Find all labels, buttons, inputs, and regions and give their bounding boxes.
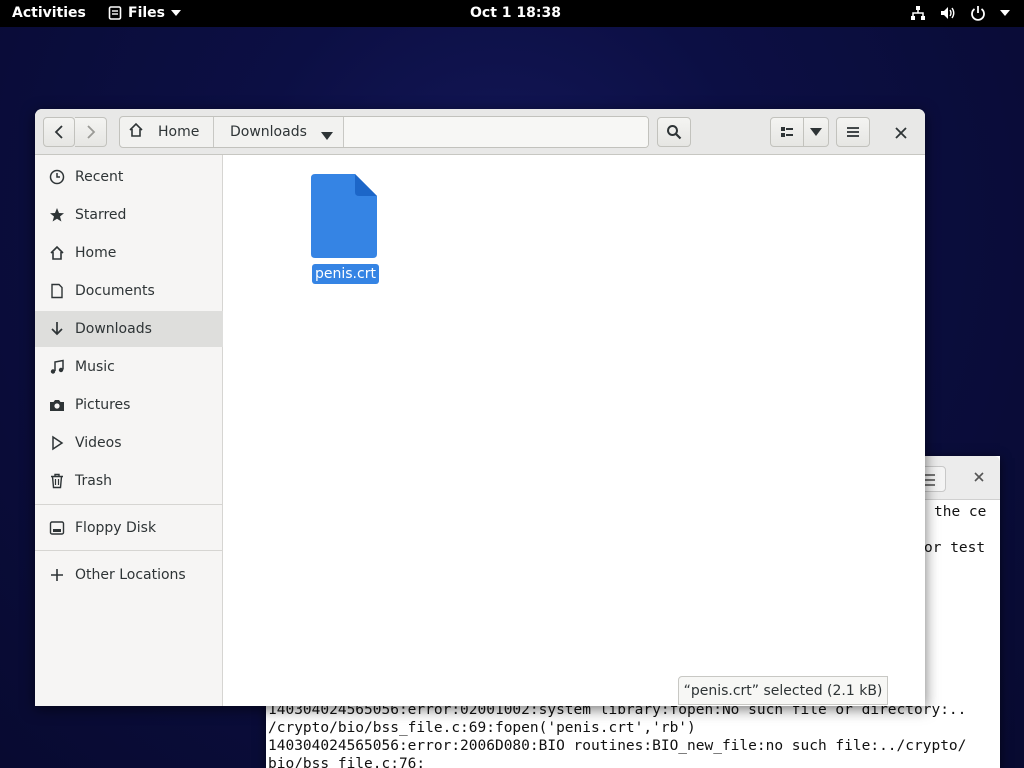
chevron-down-icon xyxy=(321,128,333,144)
path-bar-empty xyxy=(344,117,648,147)
close-button[interactable] xyxy=(891,123,911,143)
sidebar-item-label: Starred xyxy=(75,207,127,223)
path-bar: Home Downloads xyxy=(119,116,649,148)
system-status-menu[interactable] xyxy=(910,5,1010,21)
list-view-icon xyxy=(781,127,793,137)
volume-icon xyxy=(940,5,956,21)
places-sidebar: Recent Starred Home Documents Downloads … xyxy=(35,155,223,706)
path-home-button[interactable]: Home xyxy=(120,117,214,147)
sidebar-item-label: Other Locations xyxy=(75,567,186,583)
search-icon xyxy=(667,125,682,140)
sidebar-item-label: Music xyxy=(75,359,115,375)
back-button[interactable] xyxy=(43,117,75,147)
chevron-right-icon xyxy=(86,125,95,139)
document-icon xyxy=(49,283,65,299)
file-view[interactable]: penis.crt xyxy=(224,155,925,706)
close-icon xyxy=(895,127,907,139)
music-icon xyxy=(49,359,65,375)
selection-status: “penis.crt” selected (2.1 kB) xyxy=(678,676,888,705)
terminal-line: /crypto/bio/bss_file.c:69:fopen('penis.c… xyxy=(268,720,696,736)
document-icon xyxy=(311,174,377,258)
files-app-icon xyxy=(108,6,122,20)
view-toggle-button[interactable] xyxy=(770,117,804,147)
sidebar-item-label: Recent xyxy=(75,169,124,185)
chevron-left-icon xyxy=(54,125,63,139)
terminal-line: the ce xyxy=(934,504,987,520)
sidebar-item-label: Floppy Disk xyxy=(75,520,157,536)
sidebar-separator xyxy=(35,504,223,505)
video-icon xyxy=(49,435,65,451)
sidebar-item-pictures[interactable]: Pictures xyxy=(35,387,223,423)
network-icon xyxy=(910,5,926,21)
terminal-line: bio/bss_file.c:76: xyxy=(268,756,426,768)
app-menu-button[interactable]: Files xyxy=(108,5,181,21)
sidebar-item-recent[interactable]: Recent xyxy=(35,159,223,195)
sidebar-item-videos[interactable]: Videos xyxy=(35,425,223,461)
sidebar-item-label: Home xyxy=(75,245,117,261)
activities-button[interactable]: Activities xyxy=(12,5,86,21)
sidebar-item-trash[interactable]: Trash xyxy=(35,463,223,499)
trash-icon xyxy=(49,473,65,489)
clock[interactable]: Oct 1 18:38 xyxy=(470,5,561,21)
disk-icon xyxy=(49,520,65,536)
view-options-button[interactable] xyxy=(803,117,829,147)
clock-icon xyxy=(49,169,65,185)
chevron-down-icon xyxy=(171,10,181,16)
sidebar-separator xyxy=(35,550,223,551)
terminal-line: 140304024565056:error:2006D080:BIO routi… xyxy=(268,738,967,754)
file-manager-headerbar: Home Downloads xyxy=(35,109,925,155)
path-current-label: Downloads xyxy=(230,124,307,140)
menu-button[interactable] xyxy=(836,117,870,147)
close-icon xyxy=(974,472,984,482)
sidebar-item-downloads[interactable]: Downloads xyxy=(35,311,223,347)
terminal-close-button[interactable] xyxy=(970,468,988,486)
terminal-line: or test xyxy=(924,540,986,556)
home-icon xyxy=(128,122,144,142)
chevron-down-icon xyxy=(1000,10,1010,16)
chevron-down-icon xyxy=(810,128,822,136)
sidebar-item-label: Documents xyxy=(75,283,155,299)
file-item-label[interactable]: penis.crt xyxy=(312,264,379,284)
plus-icon xyxy=(49,567,65,583)
path-home-label: Home xyxy=(158,124,200,140)
camera-icon xyxy=(49,397,65,413)
sidebar-item-documents[interactable]: Documents xyxy=(35,273,223,309)
sidebar-item-floppy-disk[interactable]: Floppy Disk xyxy=(35,510,223,546)
file-item-icon[interactable] xyxy=(311,174,379,258)
search-button[interactable] xyxy=(657,117,691,147)
forward-button[interactable] xyxy=(75,117,107,147)
sidebar-item-label: Pictures xyxy=(75,397,131,413)
sidebar-item-other-locations[interactable]: Other Locations xyxy=(35,557,223,593)
sidebar-item-music[interactable]: Music xyxy=(35,349,223,385)
home-icon xyxy=(49,245,65,261)
app-menu-label: Files xyxy=(128,5,165,21)
power-icon xyxy=(970,5,986,21)
file-manager-window[interactable]: Home Downloads Recent Starred Home Docum… xyxy=(35,109,925,706)
sidebar-item-label: Downloads xyxy=(75,321,152,337)
path-current-button[interactable]: Downloads xyxy=(214,117,344,147)
sidebar-item-starred[interactable]: Starred xyxy=(35,197,223,233)
hamburger-icon xyxy=(847,127,859,137)
top-bar: Activities Files Oct 1 18:38 xyxy=(0,0,1024,27)
download-icon xyxy=(49,321,65,337)
sidebar-item-label: Videos xyxy=(75,435,122,451)
star-icon xyxy=(49,207,65,223)
sidebar-item-home[interactable]: Home xyxy=(35,235,223,271)
sidebar-item-label: Trash xyxy=(75,473,112,489)
